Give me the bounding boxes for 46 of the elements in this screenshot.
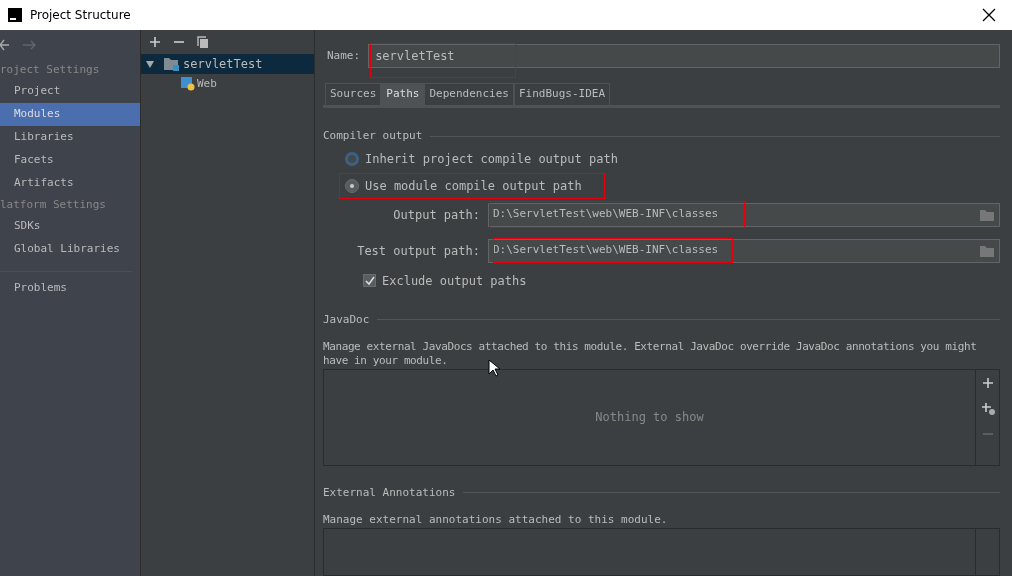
web-facet-icon bbox=[181, 77, 195, 91]
close-icon bbox=[982, 8, 996, 22]
sidebar-item[interactable]: Libraries bbox=[0, 126, 140, 149]
tab[interactable]: Paths bbox=[381, 83, 425, 105]
path-field[interactable]: D:\ServletTest\web\WEB-INF\classes bbox=[488, 238, 1000, 263]
sidebar-item[interactable]: SDKs bbox=[0, 215, 140, 238]
add-link-icon[interactable] bbox=[980, 402, 995, 415]
radio-button[interactable] bbox=[345, 178, 359, 193]
cursor-icon bbox=[488, 359, 500, 377]
window-title: Project Structure bbox=[30, 7, 131, 24]
tab[interactable]: Dependencies bbox=[424, 83, 514, 105]
name-label: Name: bbox=[327, 47, 361, 64]
tree-item[interactable]: Web bbox=[141, 74, 314, 94]
group-header: latform Settings bbox=[0, 196, 107, 213]
description: Manage external annotations attached to this module. bbox=[323, 513, 669, 528]
radio-label: Use module compile output path bbox=[365, 177, 582, 195]
plus-icon[interactable] bbox=[149, 36, 161, 48]
checkbox-label: Exclude output paths bbox=[382, 272, 527, 290]
section-title: External Annotations bbox=[323, 484, 456, 501]
tab[interactable]: FindBugs-IDEA bbox=[513, 83, 611, 105]
group-header: roject Settings bbox=[0, 61, 101, 78]
tree-item[interactable]: servletTest bbox=[141, 54, 314, 74]
description: Manage external JavaDocs attached to this module. External JavaDoc override JavaDoc annotations you might have in your module. bbox=[323, 340, 978, 368]
section-title: Compiler output bbox=[323, 128, 423, 144]
sidebar-item[interactable]: Artifacts bbox=[0, 172, 140, 195]
sidebar-item[interactable]: Modules bbox=[0, 103, 140, 126]
sidebar-item[interactable]: Project bbox=[0, 80, 140, 103]
name-field[interactable]: servletTest bbox=[368, 44, 1000, 68]
sidebar-item[interactable]: Problems bbox=[0, 277, 140, 300]
path-field[interactable]: D:\ServletTest\web\WEB-INF\classes bbox=[488, 202, 1000, 227]
sidebar-item[interactable]: Global Libraries bbox=[0, 238, 140, 261]
field-label: Output path: bbox=[392, 206, 480, 224]
radio-button[interactable] bbox=[345, 151, 359, 166]
folder-icon bbox=[163, 57, 179, 71]
empty-text: Nothing to show bbox=[595, 409, 704, 427]
tab[interactable]: Sources bbox=[325, 83, 382, 105]
radio-label: Inherit project compile output path bbox=[365, 150, 618, 168]
app-icon bbox=[8, 8, 22, 22]
field-label: Test output path: bbox=[356, 242, 480, 260]
section-title: JavaDoc bbox=[323, 311, 370, 328]
checkbox[interactable] bbox=[363, 274, 376, 287]
copy-icon[interactable] bbox=[197, 35, 209, 49]
plus-icon[interactable] bbox=[981, 377, 994, 389]
expand-arrow-icon[interactable] bbox=[145, 59, 155, 69]
back-arrow-icon[interactable] bbox=[0, 39, 10, 51]
sidebar-item[interactable]: Facets bbox=[0, 149, 140, 172]
